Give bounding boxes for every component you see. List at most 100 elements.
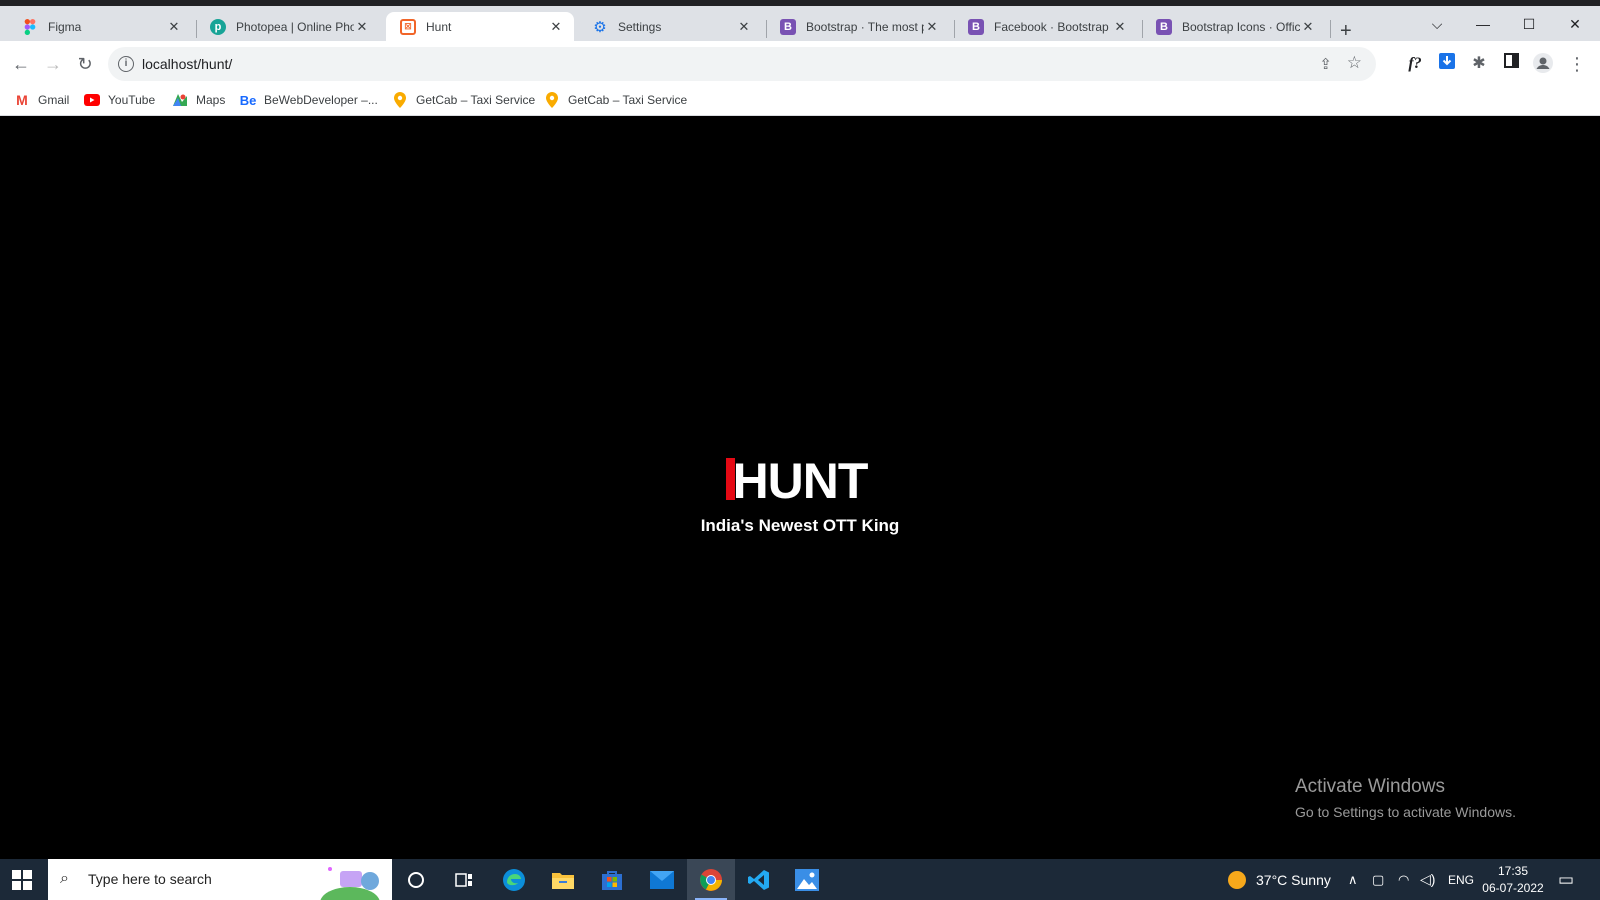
font-inspect-extension-icon[interactable]: f? — [1404, 53, 1426, 75]
maximize-icon[interactable]: ☐ — [1514, 16, 1544, 33]
tab-label: Bootstrap · The most popular HTML — [806, 19, 924, 34]
info-icon[interactable]: i — [118, 56, 134, 72]
bootstrap-icon: B — [1156, 18, 1172, 35]
bookmarks-bar: M Gmail YouTube Maps Be BeWebDeveloper –… — [0, 87, 1600, 116]
meet-now-icon[interactable]: ▢ — [1372, 859, 1384, 900]
search-placeholder: Type here to search — [88, 871, 212, 887]
new-tab-button[interactable]: + — [1340, 20, 1352, 43]
maps-icon — [172, 92, 188, 108]
notification-icon[interactable]: ▭ — [1558, 859, 1574, 900]
reload-icon[interactable]: ↻ — [74, 53, 96, 75]
microsoft-store-icon[interactable] — [599, 867, 625, 893]
clock-time: 17:35 — [1497, 864, 1529, 878]
getcab-icon — [392, 92, 408, 108]
bootstrap-icon: B — [968, 18, 984, 35]
photopea-icon: p — [210, 18, 226, 35]
tab-label: Settings — [618, 19, 662, 34]
search-icon: ⌕ — [60, 870, 69, 887]
search-highlight-illustration-icon — [312, 859, 392, 900]
bookmark-label: BeWebDeveloper –... — [264, 93, 378, 107]
activate-windows-watermark: Activate Windows Go to Settings to activ… — [1295, 776, 1516, 820]
download-extension-icon[interactable] — [1436, 53, 1458, 75]
tab-search-icon[interactable]: ⌵ — [1422, 16, 1452, 33]
taskbar-search-box[interactable]: ⌕ Type here to search — [48, 859, 392, 900]
photos-icon[interactable] — [794, 867, 820, 893]
tab-bar: Figma ✕ p Photopea | Online Photo Editor… — [0, 6, 1600, 43]
bookmark-label: GetCab – Taxi Service — [416, 93, 536, 107]
file-explorer-icon[interactable] — [550, 867, 576, 893]
tab-bootstrap[interactable]: B Bootstrap · The most popular HTML ✕ — [766, 12, 950, 41]
behance-icon: Be — [239, 92, 257, 108]
extensions-puzzle-icon[interactable]: ✱ — [1468, 53, 1490, 75]
windows-taskbar: ⌕ Type here to search 37°C Sunny ∧ ▢ ◠ ◁… — [0, 859, 1600, 900]
menu-kebab-icon[interactable]: ⋮ — [1566, 53, 1588, 75]
tagline: India's Newest OTT King — [700, 516, 900, 535]
close-icon[interactable]: ✕ — [924, 19, 940, 35]
clock-date: 06-07-2022 — [1482, 881, 1544, 895]
getcab-icon — [544, 92, 560, 108]
wifi-icon[interactable]: ◠ — [1398, 859, 1409, 900]
tab-figma[interactable]: Figma ✕ — [8, 12, 192, 41]
side-panel-icon[interactable] — [1500, 53, 1522, 75]
tab-separator — [1330, 20, 1331, 38]
bookmark-youtube[interactable]: YouTube — [84, 92, 155, 108]
tab-label: Facebook · Bootstrap Icons — [994, 19, 1112, 34]
bookmark-star-icon[interactable]: ☆ — [1347, 53, 1362, 73]
bootstrap-icon: B — [780, 18, 796, 35]
bookmark-maps[interactable]: Maps — [172, 92, 225, 108]
bookmark-label: Gmail — [38, 93, 70, 107]
share-icon[interactable]: ⇪ — [1319, 55, 1332, 73]
weather-widget[interactable]: 37°C Sunny — [1228, 859, 1331, 900]
hunt-icon: ⊠ — [400, 18, 416, 35]
tab-facebook-bootstrap[interactable]: B Facebook · Bootstrap Icons ✕ — [954, 12, 1138, 41]
bookmark-getcab-2[interactable]: GetCab – Taxi Service — [544, 92, 687, 108]
weather-text: 37°C Sunny — [1256, 871, 1331, 888]
close-icon[interactable]: ✕ — [1112, 19, 1128, 35]
tab-settings[interactable]: ⚙ Settings ✕ — [578, 12, 762, 41]
bookmark-label: Maps — [196, 93, 226, 107]
system-clock[interactable]: 17:35 06-07-2022 — [1478, 863, 1548, 897]
bookmark-getcab-1[interactable]: GetCab – Taxi Service — [392, 92, 535, 108]
sun-icon — [1228, 870, 1246, 889]
close-icon[interactable]: ✕ — [354, 19, 370, 35]
back-arrow-icon[interactable]: ← — [10, 53, 32, 75]
edge-browser-icon[interactable] — [501, 867, 527, 893]
gmail-icon: M — [16, 92, 28, 108]
bookmark-label: YouTube — [108, 93, 156, 107]
browser-toolbar: ← → ↻ i localhost/hunt/ ⇪ ☆ f? ✱ ⋮ — [0, 41, 1600, 87]
gear-icon: ⚙ — [593, 18, 607, 36]
close-icon[interactable]: ✕ — [1300, 19, 1316, 35]
youtube-icon — [84, 92, 100, 108]
svg-text:HUNT: HUNT — [733, 453, 868, 504]
volume-icon[interactable]: ◁) — [1420, 859, 1435, 900]
show-hidden-icons-icon[interactable]: ∧ — [1348, 859, 1358, 900]
chrome-icon[interactable] — [698, 867, 724, 893]
language-indicator[interactable]: ENG — [1448, 859, 1474, 900]
tab-bootstrap-icons[interactable]: B Bootstrap Icons · Official open source… — [1142, 12, 1326, 41]
tab-label: Bootstrap Icons · Official open source — [1182, 19, 1300, 34]
minimize-icon[interactable]: — — [1468, 16, 1498, 32]
address-bar[interactable]: i localhost/hunt/ ⇪ ☆ — [108, 47, 1376, 81]
tab-label: Figma — [48, 19, 82, 34]
close-window-icon[interactable]: ✕ — [1560, 16, 1590, 33]
profile-avatar-icon[interactable] — [1532, 53, 1554, 75]
close-icon[interactable]: ✕ — [166, 19, 182, 35]
tab-photopea[interactable]: p Photopea | Online Photo Editor ✕ — [196, 12, 380, 41]
bookmark-label: GetCab – Taxi Service — [568, 93, 688, 107]
forward-arrow-icon[interactable]: → — [42, 53, 64, 75]
address-url[interactable]: localhost/hunt/ — [142, 56, 232, 72]
cortana-icon[interactable] — [403, 867, 429, 893]
tab-label: Hunt — [426, 19, 452, 34]
tab-hunt[interactable]: ⊠ Hunt ✕ — [386, 12, 574, 41]
bookmark-bewebdeveloper[interactable]: Be BeWebDeveloper –... — [240, 92, 378, 108]
close-icon[interactable]: ✕ — [736, 19, 752, 35]
vscode-icon[interactable] — [746, 867, 772, 893]
mail-icon[interactable] — [649, 867, 675, 893]
watermark-title: Activate Windows — [1295, 776, 1445, 797]
windows-start-icon[interactable] — [12, 870, 32, 890]
watermark-subtitle: Go to Settings to activate Windows. — [1295, 804, 1516, 820]
close-icon[interactable]: ✕ — [548, 19, 564, 35]
screen: Figma ✕ p Photopea | Online Photo Editor… — [0, 0, 1600, 900]
task-view-icon[interactable] — [451, 867, 477, 893]
bookmark-gmail[interactable]: M Gmail — [14, 92, 69, 108]
